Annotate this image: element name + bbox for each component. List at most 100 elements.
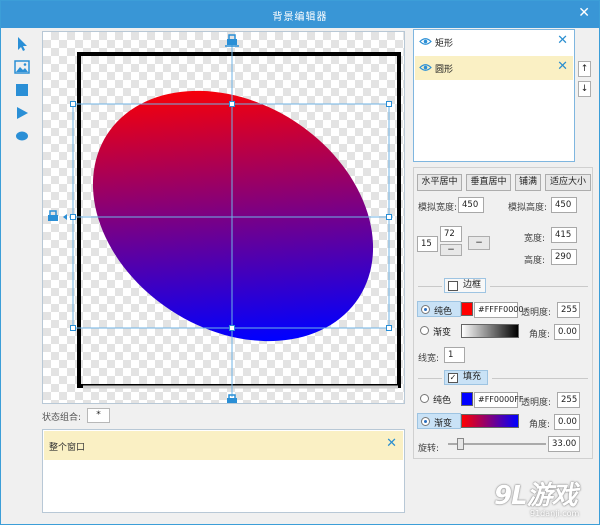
resize-handle-right[interactable] (386, 214, 392, 220)
layer-label-rectangle: 矩形 (435, 39, 454, 49)
window-scope-label: 整个窗口 (49, 443, 86, 453)
layer-delete-icon[interactable]: ✕ (557, 60, 568, 74)
canvas-drawing (46, 34, 404, 403)
rectangle-icon[interactable] (13, 81, 31, 99)
resize-handle-bottom-left[interactable] (70, 325, 76, 331)
border-color-input[interactable]: #FFFF0000 (474, 302, 523, 318)
fill-angle-label: 角度: (529, 420, 551, 430)
y-position-input[interactable]: 72 (440, 226, 462, 242)
window-scope-close-icon[interactable]: ✕ (386, 437, 397, 451)
group-divider (492, 378, 588, 379)
fill-gradient-radio[interactable] (421, 417, 430, 426)
resize-handle-top-right[interactable] (386, 101, 392, 107)
top-anchor-lock-icon[interactable] (225, 34, 239, 47)
fill-toggle[interactable]: ✓ 填充 (444, 370, 488, 385)
border-angle-label: 角度: (529, 330, 551, 340)
line-width-label: 线宽: (418, 354, 440, 364)
border-opacity-input[interactable]: 255 (557, 302, 580, 318)
state-combo-label: 状态组合: (42, 413, 82, 423)
property-panel: 水平居中 垂直居中 铺满 适应大小 模拟宽度: 450 模拟高度: 450 15… (413, 167, 593, 459)
shape-toolbar (9, 33, 37, 403)
fill-gradient-label: 渐变 (434, 419, 453, 429)
fill-gradient-option[interactable]: 渐变 (417, 413, 461, 429)
ellipse-shape[interactable] (46, 40, 404, 393)
move-layer-up-button[interactable]: ↑ (578, 61, 591, 77)
group-divider (490, 286, 588, 287)
visibility-eye-icon[interactable] (419, 63, 432, 72)
watermark-text: 9L游戏 (494, 481, 578, 511)
window-scope-item[interactable]: 整个窗口 ✕ (44, 431, 403, 460)
fill-color-swatch[interactable] (461, 392, 473, 406)
state-combo-input[interactable]: * (87, 408, 110, 423)
width-input[interactable]: 415 (551, 227, 577, 243)
window-title: 背景编辑器 (272, 12, 328, 23)
border-solid-label: 纯色 (434, 307, 453, 317)
fill-angle-input[interactable]: 0.00 (554, 414, 580, 430)
title-bar: 背景编辑器 ✕ (1, 1, 599, 28)
layer-label-circle: 圆形 (435, 65, 454, 75)
border-solid-radio[interactable] (421, 305, 430, 314)
border-checkbox[interactable] (448, 281, 458, 291)
ellipse-icon[interactable] (13, 127, 31, 145)
resize-handle-bottom[interactable] (229, 325, 235, 331)
resize-handle-top[interactable] (229, 101, 235, 107)
site-watermark-logo: 9L游戏 91danji.com (494, 475, 594, 523)
fill-gradient-swatch[interactable] (461, 414, 519, 428)
window-scope-panel: 整个窗口 ✕ (42, 429, 405, 513)
move-layer-down-button[interactable]: ↓ (578, 81, 591, 97)
border-gradient-swatch[interactable] (461, 324, 519, 338)
triangle-icon[interactable] (13, 104, 31, 122)
fill-opacity-label: 透明度: (521, 398, 552, 408)
border-gradient-option[interactable]: 渐变 (417, 323, 461, 339)
visibility-eye-icon[interactable] (419, 37, 432, 46)
sim-width-label: 模拟宽度: (418, 203, 458, 213)
resize-handle-left[interactable] (70, 214, 76, 220)
sim-width-input[interactable]: 450 (458, 197, 484, 213)
layer-item-rectangle[interactable]: 矩形 ✕ (415, 31, 573, 53)
x-position-input[interactable]: 15 (417, 236, 438, 252)
fill-solid-option[interactable]: 纯色 (417, 391, 461, 407)
left-anchor-lock-icon[interactable] (48, 210, 67, 221)
border-group-header: 边框 (414, 278, 594, 293)
layer-item-circle[interactable]: 圆形 ✕ (415, 56, 573, 80)
border-color-swatch[interactable] (461, 302, 473, 316)
border-gradient-label: 渐变 (433, 328, 452, 338)
line-width-input[interactable]: 1 (444, 347, 465, 363)
fill-solid-label: 纯色 (433, 396, 452, 406)
fill-title: 填充 (463, 372, 482, 382)
y-decrease-button[interactable]: − (440, 244, 462, 256)
rotate-input[interactable]: 33.00 (548, 436, 580, 452)
rotate-label: 旋转: (418, 444, 440, 454)
design-canvas[interactable] (42, 31, 405, 404)
border-angle-input[interactable]: 0.00 (554, 324, 580, 340)
border-gradient-radio[interactable] (420, 326, 429, 335)
image-icon[interactable] (13, 58, 31, 76)
border-solid-option[interactable]: 纯色 (417, 301, 461, 317)
fill-stretch-button[interactable]: 铺满 (515, 174, 541, 191)
fill-checkbox[interactable]: ✓ (448, 373, 458, 383)
fill-opacity-input[interactable]: 255 (557, 392, 580, 408)
watermark-url: 91danji.com (530, 509, 580, 518)
background-editor-window: 背景编辑器 ✕ 状态组合: * 整个窗口 ✕ 矩形 ✕ 圆形 ✕ ↑ ↓ 水平居… (0, 0, 600, 525)
sim-height-label: 模拟高度: (508, 203, 548, 213)
width-label: 宽度: (524, 234, 546, 244)
group-divider (418, 286, 442, 287)
window-close-icon[interactable]: ✕ (578, 5, 590, 21)
pointer-icon[interactable] (13, 35, 31, 53)
center-vertical-button[interactable]: 垂直居中 (466, 174, 511, 191)
rotate-slider-thumb[interactable] (457, 438, 465, 450)
x-decrease-button[interactable]: − (468, 236, 490, 250)
center-horizontal-button[interactable]: 水平居中 (417, 174, 462, 191)
layer-list: 矩形 ✕ 圆形 ✕ (413, 29, 575, 162)
layer-delete-icon[interactable]: ✕ (557, 34, 568, 48)
fit-size-button[interactable]: 适应大小 (545, 174, 591, 191)
border-title: 边框 (463, 280, 482, 290)
resize-handle-bottom-right[interactable] (386, 325, 392, 331)
fill-color-input[interactable]: #FF0000FF (474, 392, 523, 408)
sim-height-input[interactable]: 450 (551, 197, 577, 213)
resize-handle-top-left[interactable] (70, 101, 76, 107)
height-input[interactable]: 290 (551, 249, 577, 265)
height-label: 高度: (524, 256, 546, 266)
border-toggle[interactable]: 边框 (444, 278, 486, 293)
fill-solid-radio[interactable] (420, 394, 429, 403)
